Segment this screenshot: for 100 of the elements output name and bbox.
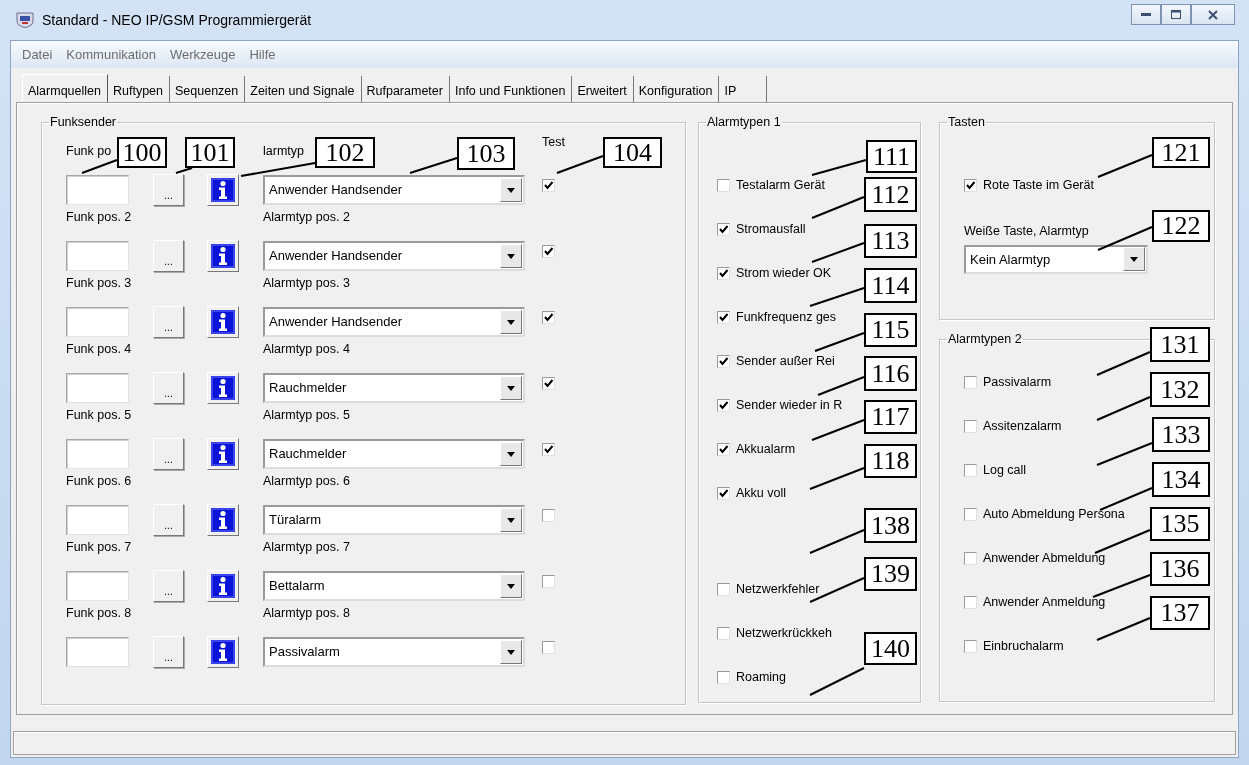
tab[interactable]: Alarmquellen <box>22 74 108 102</box>
info-button[interactable] <box>207 504 239 536</box>
input-field[interactable] <box>66 439 129 469</box>
leader-line <box>1097 226 1153 251</box>
tab[interactable]: IP <box>719 76 768 102</box>
close-button[interactable] <box>1191 4 1235 25</box>
checkbox[interactable] <box>964 639 977 653</box>
input-field[interactable] <box>66 373 129 403</box>
minimize-button[interactable] <box>1131 4 1161 25</box>
tab[interactable]: Konfiguration <box>633 76 720 102</box>
browse-button[interactable]: ... <box>153 636 184 668</box>
browse-button[interactable]: ... <box>153 306 184 338</box>
browse-button[interactable]: ... <box>153 504 184 536</box>
checkbox[interactable] <box>964 595 977 609</box>
checkbox[interactable] <box>542 245 555 258</box>
checkbox[interactable] <box>964 463 977 477</box>
checkbox[interactable] <box>717 354 730 368</box>
checkbox[interactable] <box>717 626 730 640</box>
checkbox[interactable] <box>717 178 730 192</box>
checkbox[interactable] <box>542 509 555 522</box>
alarm-type-dropdown[interactable]: Rauchmelder <box>263 373 525 403</box>
field-label: larmtyp <box>263 142 304 160</box>
checkbox[interactable] <box>717 670 730 684</box>
checkbox-label: Netzwerkfehler <box>736 580 820 598</box>
checkbox[interactable] <box>717 222 730 236</box>
alarm-type-dropdown[interactable]: Bettalarm <box>263 571 525 601</box>
checkbox[interactable] <box>964 375 977 389</box>
caret-icon <box>507 253 515 259</box>
alarm-type-dropdown[interactable]: Türalarm <box>263 505 525 535</box>
tab[interactable]: Ruftypen <box>107 76 170 102</box>
callout-number: 133 <box>1152 417 1210 452</box>
info-button[interactable] <box>207 240 239 272</box>
info-button[interactable] <box>207 174 239 206</box>
browse-button[interactable]: ... <box>153 240 184 272</box>
tab[interactable]: Sequenzen <box>170 76 246 102</box>
leader-line <box>1096 442 1153 466</box>
caret-icon <box>507 583 515 589</box>
checkbox[interactable] <box>717 398 730 412</box>
field-label: Funk pos. 8 <box>66 604 132 622</box>
checkbox[interactable] <box>542 311 555 324</box>
input-field[interactable] <box>66 307 129 337</box>
field-label: Funk pos. 4 <box>66 340 132 358</box>
field-label: Alarmtyp pos. 8 <box>263 604 350 622</box>
checkbox[interactable] <box>542 575 555 588</box>
info-button[interactable] <box>207 372 239 404</box>
tab[interactable]: Info und Funktionen <box>449 76 573 102</box>
tab[interactable]: Erweitert <box>572 76 634 102</box>
alarm-type-dropdown[interactable]: Anwender Handsender <box>263 307 525 337</box>
browse-button[interactable]: ... <box>153 372 184 404</box>
alarm-type-dropdown[interactable]: Rauchmelder <box>263 439 525 469</box>
callout-number: 135 <box>1150 507 1210 541</box>
field-label: Alarmtyp pos. 7 <box>263 538 350 556</box>
info-button[interactable] <box>207 438 239 470</box>
info-icon <box>211 442 235 466</box>
menu-item[interactable]: Kommunikation <box>59 44 163 65</box>
alarm-type-dropdown[interactable]: Anwender Handsender <box>263 175 525 205</box>
input-field[interactable] <box>66 505 129 535</box>
leader-line <box>1094 529 1151 554</box>
checkbox[interactable] <box>717 582 730 596</box>
info-button[interactable] <box>207 306 239 338</box>
input-field[interactable] <box>66 175 129 205</box>
input-field[interactable] <box>66 241 129 271</box>
maximize-icon <box>1171 10 1181 19</box>
info-icon <box>211 574 235 598</box>
input-field[interactable] <box>66 637 129 667</box>
checkbox-label: Testalarm Gerät <box>736 176 825 194</box>
menu-item[interactable]: Datei <box>15 44 60 65</box>
checkbox-label: Akku voll <box>736 484 787 502</box>
menu-item[interactable]: Hilfe <box>242 44 283 65</box>
checkbox[interactable] <box>964 551 977 565</box>
checkbox[interactable] <box>542 179 555 192</box>
checkbox[interactable] <box>717 486 730 500</box>
checkbox[interactable] <box>717 442 730 456</box>
checkbox[interactable] <box>542 377 555 390</box>
info-button[interactable] <box>207 570 239 602</box>
menu-item[interactable]: Werkzeuge <box>162 44 243 65</box>
group-title: Alarmtypen 2 <box>947 332 1023 347</box>
browse-button[interactable]: ... <box>153 570 184 602</box>
checkbox[interactable] <box>964 507 977 521</box>
caret-icon <box>507 649 515 655</box>
tab[interactable]: Zeiten und Signale <box>245 76 362 102</box>
checkbox[interactable] <box>964 178 977 192</box>
checkbox[interactable] <box>717 310 730 324</box>
alarm-type-dropdown[interactable]: Kein Alarmtyp <box>964 244 1148 274</box>
leader-line <box>814 332 865 352</box>
alarm-type-dropdown[interactable]: Passivalarm <box>263 637 525 667</box>
checkbox[interactable] <box>717 266 730 280</box>
checkbox[interactable] <box>964 419 977 433</box>
tab[interactable]: Rufparameter <box>361 76 450 102</box>
callout-number: 139 <box>864 557 917 591</box>
info-button[interactable] <box>207 636 239 668</box>
callout-number: 111 <box>866 140 917 173</box>
checkbox[interactable] <box>542 443 555 456</box>
browse-button[interactable]: ... <box>153 438 184 470</box>
input-field[interactable] <box>66 571 129 601</box>
checkbox[interactable] <box>542 641 555 654</box>
field-label: Alarmtyp pos. 4 <box>263 340 350 358</box>
browse-button[interactable]: ... <box>153 174 184 206</box>
alarm-type-dropdown[interactable]: Anwender Handsender <box>263 241 525 271</box>
maximize-button[interactable] <box>1161 4 1191 25</box>
